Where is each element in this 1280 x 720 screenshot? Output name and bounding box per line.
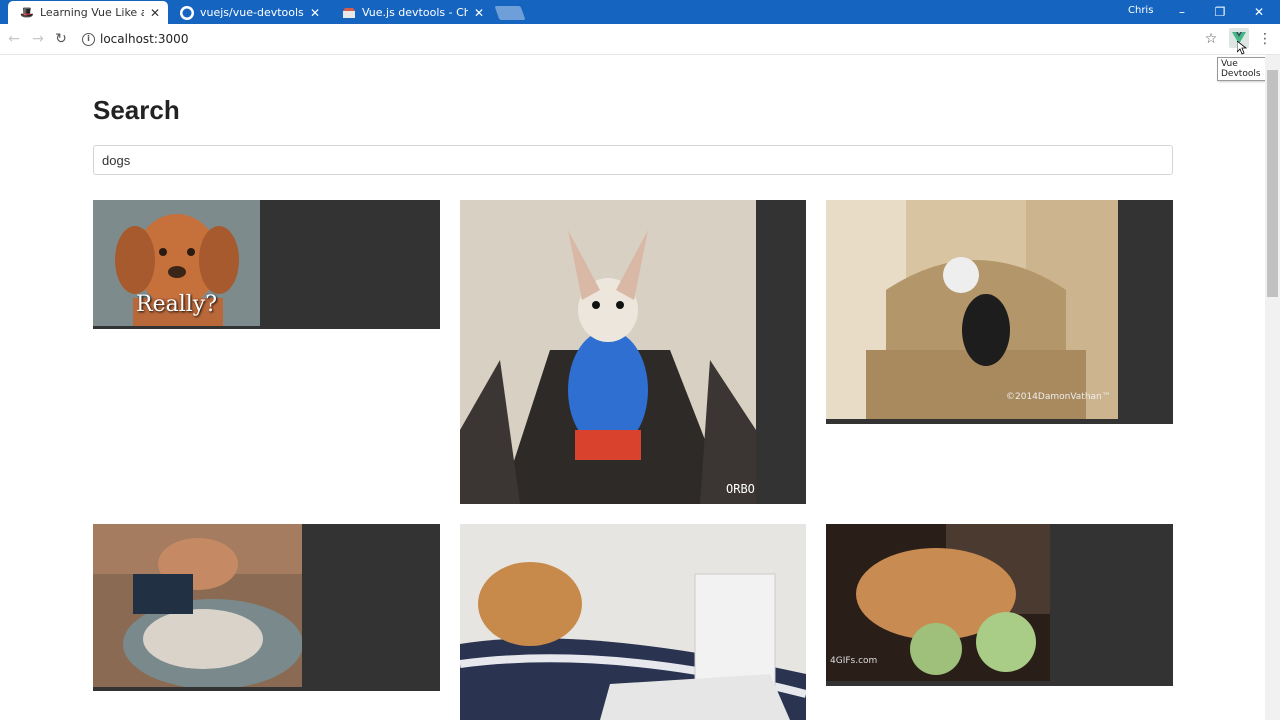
close-tab-icon[interactable]: ✕	[472, 6, 486, 20]
gif-image-shiba-laptop	[460, 524, 806, 720]
reload-icon[interactable]: ↻	[52, 30, 70, 48]
gif-watermark: 4GIFs.com	[830, 656, 878, 666]
page-title: Search	[93, 95, 180, 125]
chrome-store-favicon-icon	[342, 6, 356, 20]
address-bar[interactable]: i localhost:3000	[78, 27, 1228, 51]
forward-icon[interactable]: →	[29, 30, 47, 48]
tab-chrome-store[interactable]: Vue.js devtools - Chrome ✕	[330, 1, 492, 24]
gif-card[interactable]: 4GIFs.com	[826, 524, 1173, 686]
back-icon[interactable]: ←	[5, 30, 23, 48]
menu-kebab-icon[interactable]: ⋮	[1256, 30, 1274, 48]
gif-watermark: ORBO	[726, 482, 755, 496]
close-tab-icon[interactable]: ✕	[308, 6, 322, 20]
tab-title: Vue.js devtools - Chrome	[362, 6, 468, 19]
url-text[interactable]: localhost:3000	[100, 32, 188, 46]
gif-card[interactable]: ORBO	[460, 200, 806, 504]
profile-name[interactable]: Chris	[1128, 5, 1153, 16]
tab-vue-devtools-github[interactable]: vuejs/vue-devtools: ⚙ ✕	[168, 1, 328, 24]
gif-watermark: ©2014DamonVathan™	[1006, 392, 1111, 402]
tab-title: vuejs/vue-devtools: ⚙	[200, 6, 304, 19]
tab-learning-vue[interactable]: 🎩 Learning Vue Like a Boss ✕	[8, 1, 168, 24]
gif-image-puppy-really: Really?	[93, 200, 260, 326]
gif-image-chihuahua-superman: ORBO	[460, 200, 756, 504]
mouse-cursor-icon	[1237, 41, 1247, 55]
gif-card[interactable]	[460, 524, 806, 720]
search-input[interactable]	[93, 145, 1173, 175]
gif-image-corgi-lettuce: 4GIFs.com	[826, 524, 1050, 681]
info-icon[interactable]: i	[82, 32, 95, 46]
github-favicon-icon	[180, 5, 194, 20]
minimize-icon[interactable]: –	[1173, 3, 1191, 21]
close-window-icon[interactable]: ✕	[1250, 3, 1268, 21]
gif-caption: Really?	[136, 292, 217, 317]
scrollbar-thumb[interactable]	[1267, 70, 1278, 297]
restore-icon[interactable]: ❐	[1211, 3, 1229, 21]
browser-titlebar: 🎩 Learning Vue Like a Boss ✕ vuejs/vue-d…	[0, 0, 1280, 24]
gif-card[interactable]	[93, 524, 440, 691]
browser-toolbar: ← → ↻ i localhost:3000 ☆ ⋮	[0, 24, 1280, 55]
tab-title: Learning Vue Like a Boss	[40, 6, 144, 19]
gif-image-dog-armchair: ©2014DamonVathan™	[826, 200, 1118, 419]
new-tab-button[interactable]	[494, 6, 526, 20]
gif-image-puppy-bath	[93, 524, 302, 687]
close-tab-icon[interactable]: ✕	[148, 6, 162, 20]
hat-favicon-icon: 🎩	[20, 6, 34, 19]
gif-card[interactable]: ©2014DamonVathan™	[826, 200, 1173, 424]
gif-card[interactable]: Really?	[93, 200, 440, 329]
bookmark-star-icon[interactable]: ☆	[1202, 30, 1220, 48]
